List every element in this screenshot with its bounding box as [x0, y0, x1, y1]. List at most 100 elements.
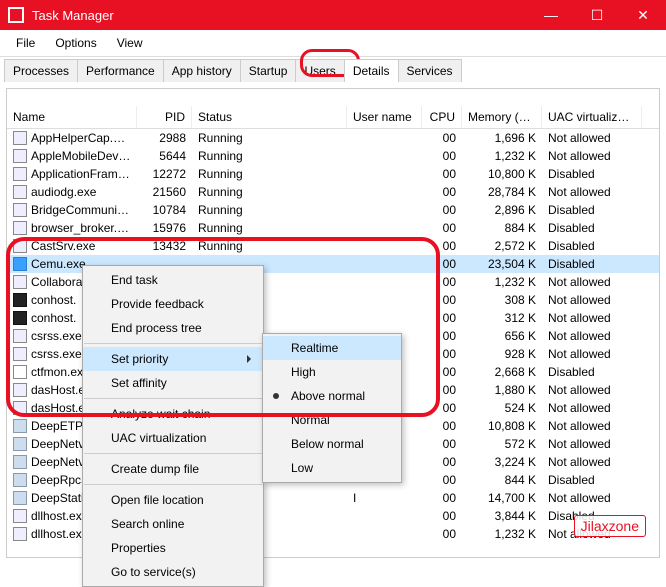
priority-below-normal[interactable]: Below normal [263, 432, 401, 456]
cell-cpu: 00 [422, 347, 462, 361]
col-user[interactable]: User name [347, 106, 422, 128]
cell-uac: Not allowed [542, 131, 642, 145]
process-icon [13, 365, 27, 379]
cell-status: Running [192, 239, 347, 253]
process-icon [13, 311, 27, 325]
cm-analyze[interactable]: Analyze wait chain [83, 402, 263, 426]
cell-mem: 28,784 K [462, 185, 542, 199]
cell-pid: 5644 [137, 149, 192, 163]
cell-pid: 15976 [137, 221, 192, 235]
process-icon [13, 221, 27, 235]
process-icon [13, 455, 27, 469]
process-icon [13, 131, 27, 145]
close-button[interactable]: ✕ [620, 0, 666, 30]
tab-strip: Processes Performance App history Startu… [0, 57, 666, 82]
cell-name: audiodg.exe [7, 185, 137, 200]
cm-set-affinity[interactable]: Set affinity [83, 371, 263, 395]
cell-mem: 14,700 K [462, 491, 542, 505]
col-pid[interactable]: PID [137, 106, 192, 128]
tab-users[interactable]: Users [295, 59, 344, 82]
tab-processes[interactable]: Processes [4, 59, 78, 82]
col-status[interactable]: Status [192, 106, 347, 128]
window-title: Task Manager [32, 8, 528, 23]
cell-cpu: 00 [422, 311, 462, 325]
cell-uac: Not allowed [542, 491, 642, 505]
tab-services[interactable]: Services [398, 59, 462, 82]
cell-mem: 844 K [462, 473, 542, 487]
cell-cpu: 00 [422, 365, 462, 379]
cm-dump[interactable]: Create dump file [83, 457, 263, 481]
priority-normal[interactable]: Normal [263, 408, 401, 432]
cm-end-tree[interactable]: End process tree [83, 316, 263, 340]
menu-view[interactable]: View [107, 32, 153, 54]
cell-mem: 2,572 K [462, 239, 542, 253]
cell-uac: Disabled [542, 167, 642, 181]
titlebar: Task Manager — ☐ ✕ [0, 0, 666, 30]
priority-high[interactable]: High [263, 360, 401, 384]
cell-uac: Disabled [542, 239, 642, 253]
priority-low[interactable]: Low [263, 456, 401, 480]
table-row[interactable]: ApplicationFrameHo...12272Running0010,80… [7, 165, 659, 183]
cell-mem: 2,668 K [462, 365, 542, 379]
table-row[interactable]: CastSrv.exe13432Running002,572 KDisabled [7, 237, 659, 255]
cell-uac: Not allowed [542, 329, 642, 343]
menu-file[interactable]: File [6, 32, 45, 54]
process-icon [13, 149, 27, 163]
table-row[interactable]: audiodg.exe21560Running0028,784 KNot all… [7, 183, 659, 201]
cell-mem: 312 K [462, 311, 542, 325]
minimize-button[interactable]: — [528, 0, 574, 30]
cm-set-priority[interactable]: Set priority [83, 347, 263, 371]
cell-status: Running [192, 221, 347, 235]
cell-status: Running [192, 167, 347, 181]
table-row[interactable]: BridgeCommunicati...10784Running002,896 … [7, 201, 659, 219]
priority-realtime[interactable]: Realtime [263, 336, 401, 360]
menu-options[interactable]: Options [45, 32, 106, 54]
table-row[interactable]: browser_broker.exe15976Running00884 KDis… [7, 219, 659, 237]
cell-mem: 884 K [462, 221, 542, 235]
col-cpu[interactable]: CPU [422, 106, 462, 128]
cell-status: Running [192, 149, 347, 163]
cm-search-online[interactable]: Search online [83, 512, 263, 536]
cm-provide-feedback[interactable]: Provide feedback [83, 292, 263, 316]
cell-uac: Not allowed [542, 437, 642, 451]
cm-goto-services[interactable]: Go to service(s) [83, 560, 263, 584]
cell-mem: 1,696 K [462, 131, 542, 145]
cell-cpu: 00 [422, 131, 462, 145]
maximize-button[interactable]: ☐ [574, 0, 620, 30]
tab-apphistory[interactable]: App history [163, 59, 241, 82]
cell-pid: 2988 [137, 131, 192, 145]
cm-uac[interactable]: UAC virtualization [83, 426, 263, 450]
process-icon [13, 473, 27, 487]
col-mem[interactable]: Memory (a... [462, 106, 542, 128]
cm-separator [84, 398, 262, 399]
cell-cpu: 00 [422, 185, 462, 199]
cell-uac: Not allowed [542, 419, 642, 433]
table-row[interactable]: AppHelperCap.exe2988Running001,696 KNot … [7, 129, 659, 147]
cell-cpu: 00 [422, 491, 462, 505]
cell-cpu: 00 [422, 509, 462, 523]
process-icon [13, 293, 27, 307]
cell-pid: 21560 [137, 185, 192, 199]
tab-performance[interactable]: Performance [77, 59, 164, 82]
priority-submenu: Realtime High Above normal Normal Below … [262, 333, 402, 483]
tab-details[interactable]: Details [344, 59, 399, 82]
cell-cpu: 00 [422, 401, 462, 415]
cell-uac: Not allowed [542, 275, 642, 289]
priority-above-normal[interactable]: Above normal [263, 384, 401, 408]
cell-cpu: 00 [422, 329, 462, 343]
cell-name: ApplicationFrameHo... [7, 167, 137, 182]
col-name[interactable]: Name [7, 106, 137, 128]
cell-pid: 10784 [137, 203, 192, 217]
process-icon [13, 401, 27, 415]
cell-uac: Not allowed [542, 185, 642, 199]
process-icon [13, 491, 27, 505]
cell-status: Running [192, 131, 347, 145]
table-row[interactable]: AppleMobileDeviceS...5644Running001,232 … [7, 147, 659, 165]
col-uac[interactable]: UAC virtualizat... [542, 106, 642, 128]
cell-cpu: 00 [422, 473, 462, 487]
cm-open-location[interactable]: Open file location [83, 488, 263, 512]
cm-end-task[interactable]: End task [83, 268, 263, 292]
cm-properties[interactable]: Properties [83, 536, 263, 560]
tab-startup[interactable]: Startup [240, 59, 297, 82]
context-menu: End task Provide feedback End process tr… [82, 265, 264, 587]
